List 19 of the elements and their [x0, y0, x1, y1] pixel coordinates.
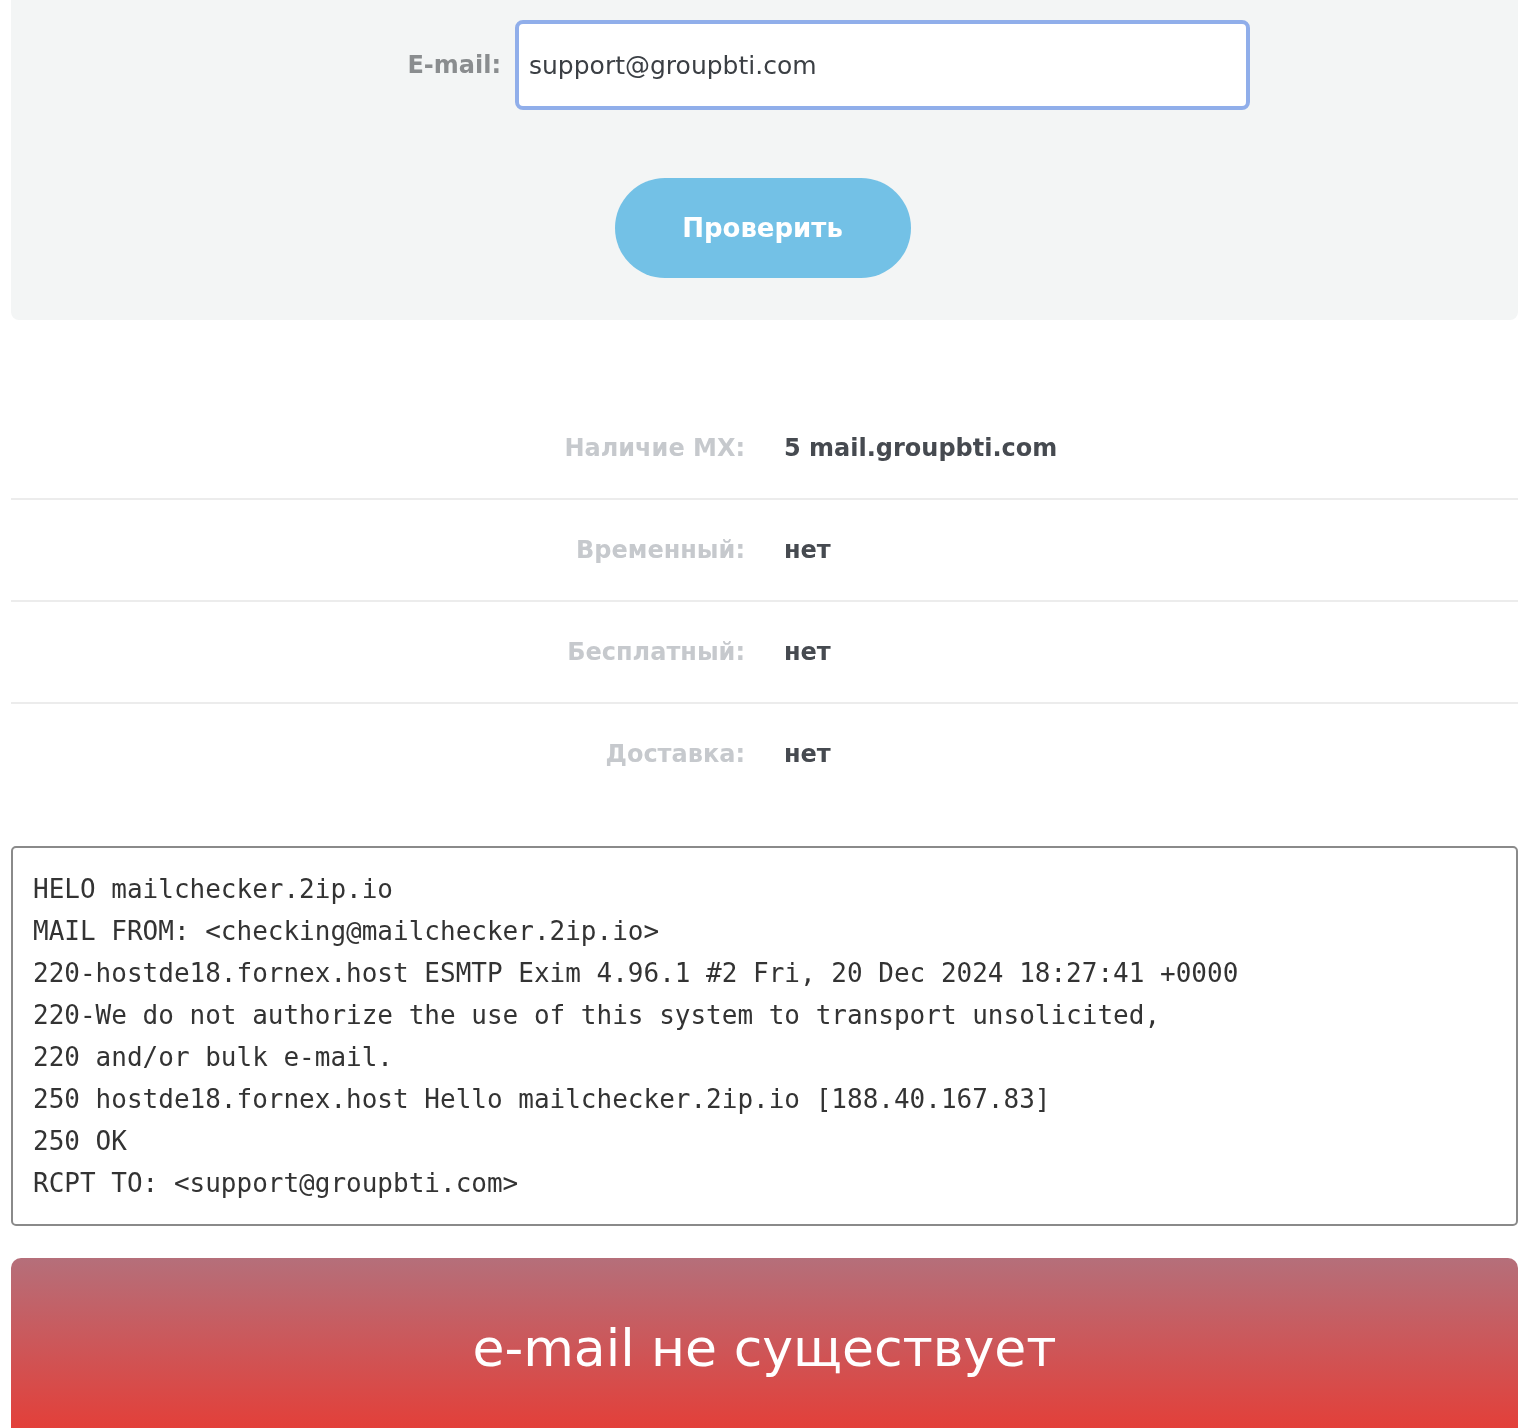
result-value: нет — [784, 536, 831, 564]
result-banner: e-mail не существует — [11, 1258, 1518, 1428]
log-line: MAIL FROM: <checking@mailchecker.2ip.io> — [33, 915, 661, 948]
result-value: нет — [784, 638, 831, 666]
email-label: E-mail: — [406, 51, 502, 79]
log-line: 220-We do not authorize the use of this system to transport unsolicited, — [33, 999, 1162, 1032]
result-label: Бесплатный: — [566, 638, 745, 666]
result-label: Доставка: — [604, 740, 745, 768]
result-label: Временный: — [575, 536, 745, 564]
log-line: RCPT TO: <support@groupbti.com> — [33, 1167, 520, 1200]
result-value: 5 mail.groupbti.com — [784, 434, 1058, 462]
log-line: HELO mailchecker.2ip.io — [33, 873, 395, 906]
log-line: 250 OK — [33, 1125, 128, 1158]
result-value: нет — [784, 740, 831, 768]
log-line: 220 and/or bulk e-mail. — [33, 1041, 395, 1074]
email-field[interactable]: support@groupbti.com — [515, 20, 1250, 110]
result-label: Наличие MX: — [563, 434, 745, 462]
log-line: 250 hostde18.fornex.host Hello mailchecker.2ip.io [188.40.167.83] — [33, 1083, 1052, 1116]
log-line: 220-hostde18.fornex.host ESMTP Exim 4.96.1 #2 Fri, 20 Dec 2024 18:27:41 +0000 — [33, 957, 1240, 990]
